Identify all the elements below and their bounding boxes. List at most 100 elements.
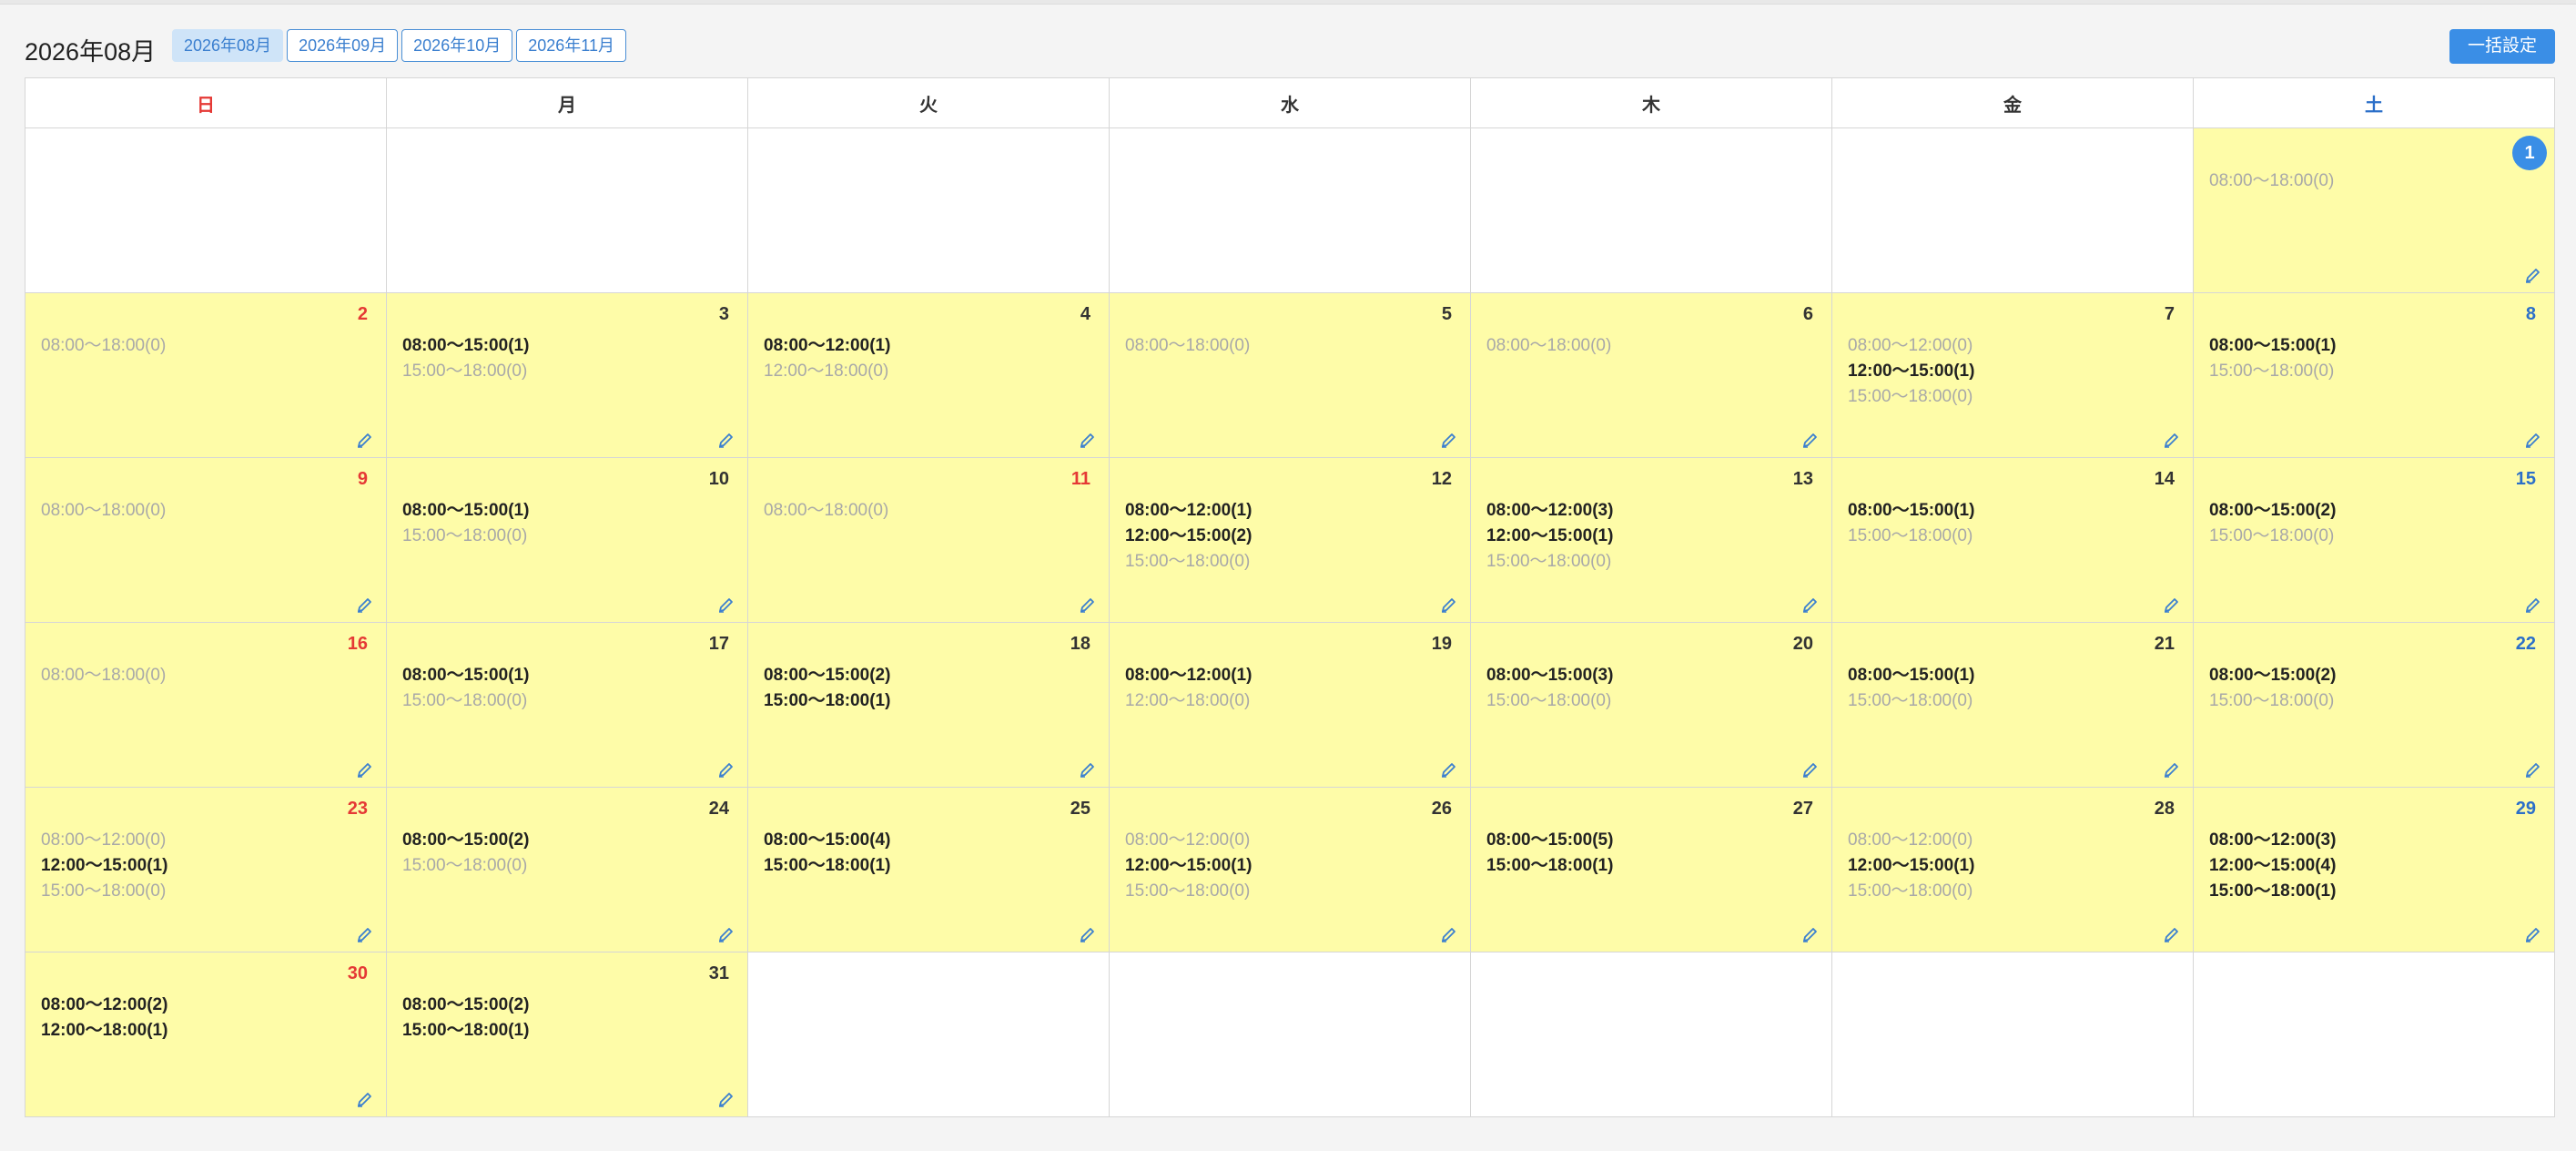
calendar-day-cell[interactable]: 26 08:00〜12:00(0) 12:00〜15:00(1) 15:00〜18:0… bbox=[1110, 788, 1471, 952]
calendar-day-cell[interactable]: 20 08:00〜15:00(3) 15:00〜18:00(0) bbox=[1471, 623, 1832, 788]
calendar-day-cell[interactable]: 19 08:00〜12:00(1) 12:00〜18:00(0) bbox=[1110, 623, 1471, 788]
time-slot-list: 08:00〜15:00(2) 15:00〜18:00(1) bbox=[764, 663, 890, 714]
time-slot-list: 08:00〜18:00(0) bbox=[1125, 333, 1250, 359]
weekday-header-tue: 火 bbox=[748, 78, 1110, 128]
time-slot-list: 08:00〜15:00(1) 15:00〜18:00(0) bbox=[1848, 498, 1974, 549]
calendar-day-cell[interactable]: 27 08:00〜15:00(5) 15:00〜18:00(1) bbox=[1471, 788, 1832, 952]
calendar-day-cell[interactable]: 5 08:00〜18:00(0) bbox=[1110, 293, 1471, 458]
day-number: 3 bbox=[718, 304, 729, 324]
edit-pencil-icon[interactable] bbox=[1800, 595, 1820, 615]
calendar-day-cell[interactable]: 18 08:00〜15:00(2) 15:00〜18:00(1) bbox=[748, 623, 1110, 788]
edit-pencil-icon[interactable] bbox=[355, 430, 375, 450]
day-number: 24 bbox=[708, 799, 729, 819]
calendar-day-cell[interactable]: 11 08:00〜18:00(0) bbox=[748, 458, 1110, 623]
calendar-day-cell[interactable]: 2 08:00〜18:00(0) bbox=[25, 293, 387, 458]
time-slot-list: 08:00〜15:00(1) 15:00〜18:00(0) bbox=[1848, 663, 1974, 714]
tab-month-3[interactable]: 2026年10月 bbox=[401, 29, 513, 62]
edit-pencil-icon[interactable] bbox=[1800, 430, 1820, 450]
time-slot-list: 08:00〜15:00(1) 15:00〜18:00(0) bbox=[2209, 333, 2336, 384]
edit-pencil-icon[interactable] bbox=[355, 1089, 375, 1109]
edit-pencil-icon[interactable] bbox=[2162, 430, 2182, 450]
calendar-day-cell[interactable]: 16 08:00〜18:00(0) bbox=[25, 623, 387, 788]
calendar-day-cell[interactable]: 22 08:00〜15:00(2) 15:00〜18:00(0) bbox=[2194, 623, 2555, 788]
edit-pencil-icon[interactable] bbox=[355, 924, 375, 944]
time-slot: 08:00〜12:00(3) bbox=[1486, 501, 1614, 520]
calendar-empty-cell bbox=[1832, 128, 2194, 293]
time-slot: 15:00〜18:00(1) bbox=[2209, 881, 2337, 901]
tab-month-2[interactable]: 2026年09月 bbox=[287, 29, 399, 62]
time-slot: 08:00〜18:00(0) bbox=[764, 501, 889, 520]
edit-pencil-icon[interactable] bbox=[1800, 924, 1820, 944]
top-border bbox=[0, 0, 2576, 5]
calendar-day-cell[interactable]: 15 08:00〜15:00(2) 15:00〜18:00(0) bbox=[2194, 458, 2555, 623]
day-number: 11 bbox=[1070, 469, 1090, 489]
edit-pencil-icon[interactable] bbox=[2523, 595, 2543, 615]
calendar-day-cell[interactable]: 13 08:00〜12:00(3) 12:00〜15:00(1) 15:00〜18:0… bbox=[1471, 458, 1832, 623]
calendar-day-cell[interactable]: 4 08:00〜12:00(1) 12:00〜18:00(0) bbox=[748, 293, 1110, 458]
time-slot-list: 08:00〜12:00(3) 12:00〜15:00(1) 15:00〜18:00(… bbox=[1486, 498, 1613, 575]
edit-pencil-icon[interactable] bbox=[1078, 924, 1098, 944]
edit-pencil-icon[interactable] bbox=[355, 759, 375, 779]
bulk-settings-button[interactable]: 一括設定 bbox=[2449, 29, 2555, 64]
calendar-day-cell[interactable]: 21 08:00〜15:00(1) 15:00〜18:00(0) bbox=[1832, 623, 2194, 788]
edit-pencil-icon[interactable] bbox=[1439, 430, 1459, 450]
edit-pencil-icon[interactable] bbox=[355, 595, 375, 615]
edit-pencil-icon[interactable] bbox=[1439, 595, 1459, 615]
day-number: 22 bbox=[2515, 634, 2536, 654]
calendar-day-cell[interactable]: 24 08:00〜15:00(2) 15:00〜18:00(0) bbox=[387, 788, 748, 952]
calendar-day-cell[interactable]: 23 08:00〜12:00(0) 12:00〜15:00(1) 15:00〜18:0… bbox=[25, 788, 387, 952]
edit-pencil-icon[interactable] bbox=[2523, 265, 2543, 285]
edit-pencil-icon[interactable] bbox=[1439, 759, 1459, 779]
time-slot-list: 08:00〜12:00(0) 12:00〜15:00(1) 15:00〜18:00(… bbox=[1125, 828, 1252, 904]
edit-pencil-icon[interactable] bbox=[1439, 924, 1459, 944]
edit-pencil-icon[interactable] bbox=[2523, 430, 2543, 450]
edit-pencil-icon[interactable] bbox=[2162, 924, 2182, 944]
time-slot: 15:00〜18:00(1) bbox=[402, 1021, 530, 1040]
edit-pencil-icon[interactable] bbox=[1078, 430, 1098, 450]
calendar-day-cell[interactable]: 8 08:00〜15:00(1) 15:00〜18:00(0) bbox=[2194, 293, 2555, 458]
tab-month-4[interactable]: 2026年11月 bbox=[516, 29, 626, 62]
day-number: 23 bbox=[347, 799, 368, 819]
time-slot: 15:00〜18:00(1) bbox=[1486, 856, 1614, 875]
calendar-day-cell[interactable]: 9 08:00〜18:00(0) bbox=[25, 458, 387, 623]
time-slot: 15:00〜18:00(0) bbox=[2209, 526, 2335, 545]
edit-pencil-icon[interactable] bbox=[2162, 759, 2182, 779]
edit-pencil-icon[interactable] bbox=[2523, 759, 2543, 779]
calendar-day-cell[interactable]: 12 08:00〜12:00(1) 12:00〜15:00(2) 15:00〜18:0… bbox=[1110, 458, 1471, 623]
calendar-day-cell[interactable]: 17 08:00〜15:00(1) 15:00〜18:00(0) bbox=[387, 623, 748, 788]
calendar-day-cell[interactable]: 10 08:00〜15:00(1) 15:00〜18:00(0) bbox=[387, 458, 748, 623]
edit-pencil-icon[interactable] bbox=[1078, 595, 1098, 615]
tab-month-1[interactable]: 2026年08月 bbox=[172, 29, 284, 62]
time-slot-list: 08:00〜18:00(0) bbox=[2209, 168, 2334, 194]
time-slot: 08:00〜12:00(1) bbox=[764, 336, 891, 355]
edit-pencil-icon[interactable] bbox=[716, 924, 736, 944]
calendar-day-cell[interactable]: 28 08:00〜12:00(0) 12:00〜15:00(1) 15:00〜18:0… bbox=[1832, 788, 2194, 952]
time-slot: 15:00〜18:00(1) bbox=[764, 856, 891, 875]
time-slot: 08:00〜15:00(1) bbox=[1848, 501, 1975, 520]
time-slot: 12:00〜15:00(4) bbox=[2209, 856, 2337, 875]
calendar-day-cell[interactable]: 29 08:00〜12:00(3) 12:00〜15:00(4) 15:00〜18:0… bbox=[2194, 788, 2555, 952]
calendar-day-cell[interactable]: 14 08:00〜15:00(1) 15:00〜18:00(0) bbox=[1832, 458, 2194, 623]
edit-pencil-icon[interactable] bbox=[716, 759, 736, 779]
day-number: 2 bbox=[357, 304, 368, 324]
edit-pencil-icon[interactable] bbox=[716, 1089, 736, 1109]
calendar-day-cell[interactable]: 1 08:00〜18:00(0) bbox=[2194, 128, 2555, 293]
time-slot: 08:00〜15:00(4) bbox=[764, 830, 891, 850]
calendar-day-cell[interactable]: 6 08:00〜18:00(0) bbox=[1471, 293, 1832, 458]
edit-pencil-icon[interactable] bbox=[2162, 595, 2182, 615]
edit-pencil-icon[interactable] bbox=[1078, 759, 1098, 779]
calendar-day-cell[interactable]: 30 08:00〜12:00(2) 12:00〜18:00(1) bbox=[25, 952, 387, 1117]
day-number: 4 bbox=[1080, 304, 1090, 324]
day-number: 18 bbox=[1070, 634, 1090, 654]
time-slot-list: 08:00〜15:00(1) 15:00〜18:00(0) bbox=[402, 498, 529, 549]
edit-pencil-icon[interactable] bbox=[716, 430, 736, 450]
calendar-day-cell[interactable]: 25 08:00〜15:00(4) 15:00〜18:00(1) bbox=[748, 788, 1110, 952]
edit-pencil-icon[interactable] bbox=[1800, 759, 1820, 779]
time-slot: 08:00〜15:00(2) bbox=[402, 995, 530, 1014]
calendar-day-cell[interactable]: 31 08:00〜15:00(2) 15:00〜18:00(1) bbox=[387, 952, 748, 1117]
calendar-day-cell[interactable]: 7 08:00〜12:00(0) 12:00〜15:00(1) 15:00〜18:00… bbox=[1832, 293, 2194, 458]
calendar-day-cell[interactable]: 3 08:00〜15:00(1) 15:00〜18:00(0) bbox=[387, 293, 748, 458]
edit-pencil-icon[interactable] bbox=[2523, 924, 2543, 944]
time-slot: 12:00〜18:00(1) bbox=[41, 1021, 168, 1040]
edit-pencil-icon[interactable] bbox=[716, 595, 736, 615]
